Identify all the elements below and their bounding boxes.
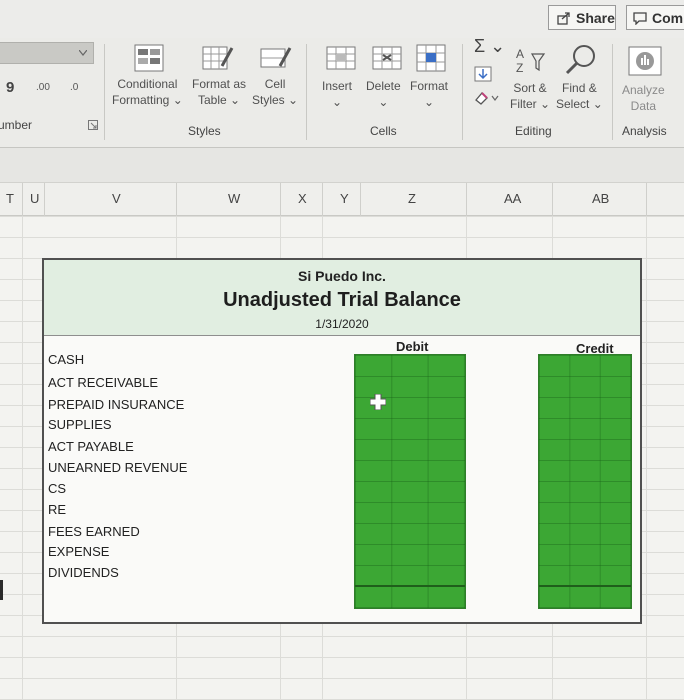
- analyze-data-button[interactable]: Analyze Data: [622, 82, 665, 114]
- sort-filter-line2: Filter ⌄: [510, 97, 551, 111]
- account-label: CASH: [48, 352, 85, 367]
- report-date: 1/31/2020: [315, 317, 369, 331]
- format-button[interactable]: Format ⌄: [410, 78, 448, 110]
- column-header-row: T U V W X Y Z AA AB: [0, 182, 684, 217]
- comments-label: Com: [652, 9, 684, 26]
- column-header-t[interactable]: T: [6, 191, 14, 206]
- column-header-y[interactable]: Y: [340, 191, 349, 206]
- cells-group-label: Cells: [370, 124, 397, 138]
- chevron-down-icon: ⌄: [378, 95, 389, 109]
- debit-input-column[interactable]: [354, 354, 466, 609]
- format-cells-icon: [416, 44, 446, 72]
- increase-decimal-button[interactable]: .00: [36, 80, 50, 96]
- format-as-table-button[interactable]: Format as Table ⌄: [192, 76, 246, 108]
- insert-label: Insert: [322, 79, 353, 93]
- find-select-line1: Find &: [562, 81, 597, 95]
- account-label: DIVIDENDS: [48, 565, 119, 580]
- account-label: FEES EARNED: [48, 524, 140, 539]
- clear-eraser-icon[interactable]: [474, 90, 500, 106]
- dialog-launcher-icon[interactable]: [88, 120, 98, 130]
- company-name: Si Puedo Inc.: [298, 268, 386, 284]
- sort-filter-line1: Sort &: [513, 81, 547, 95]
- delete-button[interactable]: Delete ⌄: [366, 78, 401, 110]
- column-header-x[interactable]: X: [298, 191, 307, 206]
- conditional-formatting-line2: Formatting ⌄: [112, 93, 183, 107]
- column-header-w[interactable]: W: [228, 191, 240, 206]
- analyze-data-line2: Data: [630, 99, 657, 113]
- styles-group-label: Styles: [188, 124, 221, 138]
- chevron-down-icon: ⌄: [423, 95, 435, 109]
- format-as-table-line1: Format as: [192, 77, 247, 91]
- account-label: SUPPLIES: [48, 417, 112, 432]
- number-group-label: umber: [0, 118, 33, 132]
- autosum-button[interactable]: Σ ⌄: [474, 37, 505, 55]
- account-label: ACT RECEIVABLE: [48, 375, 159, 390]
- column-header-ab[interactable]: AB: [592, 191, 609, 206]
- analyze-data-line1: Analyze: [622, 83, 665, 97]
- find-select-line2: Select ⌄: [556, 97, 603, 111]
- column-header-aa[interactable]: AA: [504, 191, 521, 206]
- conditional-formatting-icon: [134, 44, 164, 72]
- cell-styles-line2: Styles ⌄: [252, 93, 299, 107]
- title-bar: Share Com: [0, 0, 684, 38]
- conditional-formatting-line1: Conditional: [117, 77, 178, 91]
- svg-text:A: A: [516, 47, 524, 61]
- comments-button[interactable]: Com: [626, 5, 684, 30]
- column-header-u[interactable]: U: [30, 191, 39, 206]
- format-as-table-icon: [202, 46, 234, 70]
- sort-filter-button[interactable]: Sort & Filter ⌄: [510, 80, 550, 112]
- insert-cells-icon: [326, 46, 356, 70]
- share-icon: [557, 11, 570, 25]
- account-label: PREPAID INSURANCE: [48, 397, 185, 412]
- analyze-data-icon: [628, 46, 662, 76]
- account-label: EXPENSE: [48, 544, 110, 559]
- account-label: UNEARNED REVENUE: [48, 460, 188, 475]
- account-label: RE: [48, 502, 67, 517]
- format-as-table-line2: Table ⌄: [197, 93, 241, 107]
- sort-filter-icon: AZ: [516, 47, 546, 75]
- share-label: Share: [576, 9, 615, 26]
- sheet-edge-marker: [0, 580, 3, 600]
- format-label: Format: [410, 79, 449, 93]
- account-label: CS: [48, 481, 67, 496]
- cell-select-cursor-icon: [370, 394, 386, 410]
- comment-icon: [633, 11, 647, 25]
- account-label: ACT PAYABLE: [48, 439, 134, 454]
- cell-styles-icon: [260, 47, 292, 68]
- conditional-formatting-button[interactable]: Conditional Formatting ⌄: [112, 76, 183, 108]
- fill-icon[interactable]: [474, 66, 492, 82]
- column-header-z[interactable]: Z: [408, 191, 416, 206]
- number-format-dropdown[interactable]: [0, 42, 94, 64]
- comma-style-button[interactable]: 9: [6, 80, 14, 96]
- editing-group-label: Editing: [515, 124, 552, 138]
- report-title: Unadjusted Trial Balance: [223, 289, 461, 311]
- find-select-button[interactable]: Find & Select ⌄: [556, 80, 603, 112]
- chevron-down-icon: [79, 50, 87, 56]
- chevron-down-icon: ⌄: [331, 95, 343, 109]
- trial-balance-header: Si Puedo Inc. Unadjusted Trial Balance 1…: [44, 260, 640, 336]
- delete-cells-icon: [372, 46, 402, 70]
- column-header-v[interactable]: V: [112, 191, 121, 206]
- decrease-decimal-button[interactable]: .0: [70, 80, 78, 96]
- search-icon: [565, 45, 595, 75]
- cell-styles-button[interactable]: Cell Styles ⌄: [252, 76, 298, 108]
- analysis-group-label: Analysis: [622, 124, 667, 138]
- ribbon: 9 .00 .0 umber Conditional Formatting ⌄ …: [0, 37, 684, 148]
- trial-balance-form: Si Puedo Inc. Unadjusted Trial Balance 1…: [42, 258, 642, 624]
- credit-input-column[interactable]: [538, 354, 632, 609]
- svg-text:Z: Z: [516, 61, 523, 75]
- credit-total-line: [539, 585, 631, 587]
- debit-header: Debit: [396, 339, 429, 354]
- share-button[interactable]: Share: [548, 5, 616, 30]
- insert-button[interactable]: Insert ⌄: [322, 78, 352, 110]
- delete-label: Delete: [366, 79, 401, 93]
- cell-styles-line1: Cell: [264, 77, 286, 91]
- debit-total-line: [355, 585, 465, 587]
